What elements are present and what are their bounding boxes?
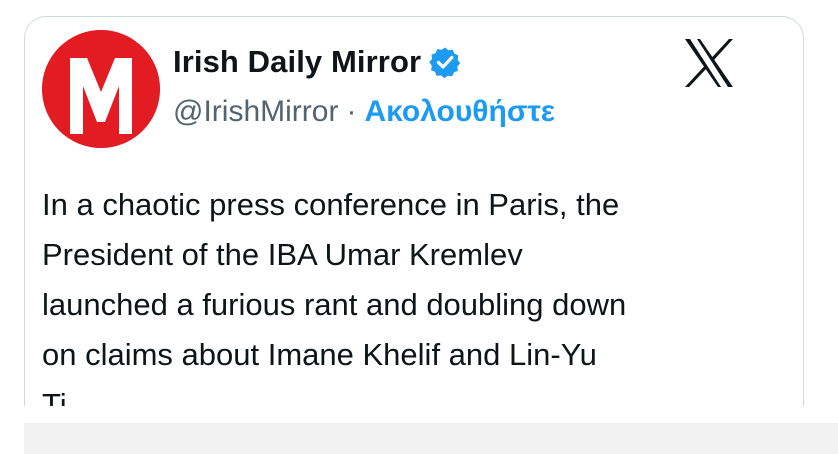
tweet-text-line: President of the IBA Umar Kremlev <box>42 237 523 272</box>
x-logo-icon[interactable] <box>683 38 735 88</box>
handle-row: @IrishMirror · Ακολουθήστε <box>173 93 555 131</box>
tweet-text-line: launched a furious rant and doubling dow… <box>42 287 627 322</box>
tweet-text: In a chaotic press conference in Paris, … <box>42 180 762 430</box>
account-name[interactable]: Irish Daily Mirror <box>173 44 421 80</box>
avatar-logo-graphic <box>42 30 160 148</box>
tweet-text-line: In a chaotic press conference in Paris, … <box>42 187 620 222</box>
account-handle[interactable]: @IrishMirror <box>173 95 338 129</box>
follow-button[interactable]: Ακολουθήστε <box>364 95 555 129</box>
mirror-logo-icon[interactable] <box>42 30 160 148</box>
tweet-text-line: on claims about Imane Khelif and Lin-Yu <box>42 337 597 372</box>
verified-badge-icon <box>429 46 461 78</box>
bottom-gray-strip <box>24 423 838 454</box>
screenshot-stage: Irish Daily Mirror @IrishMirror · Ακολου… <box>0 0 838 454</box>
account-name-row: Irish Daily Mirror <box>173 42 461 82</box>
handle-separator: · <box>346 95 357 128</box>
